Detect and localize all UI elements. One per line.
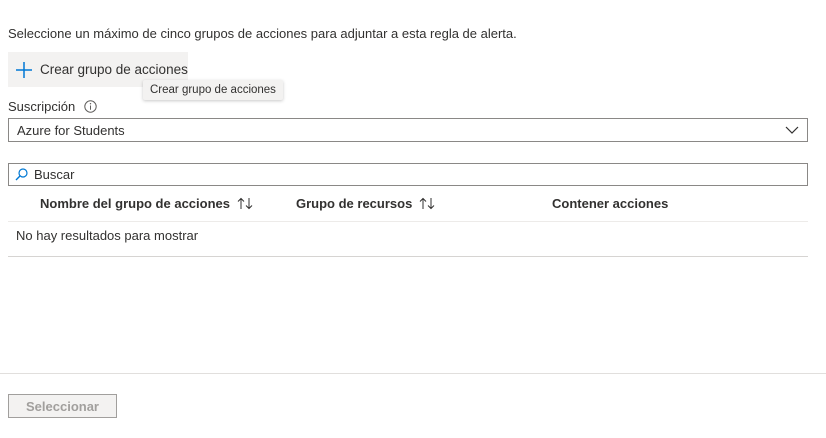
tooltip: Crear grupo de acciones — [143, 80, 283, 100]
column-header-label: Nombre del grupo de acciones — [40, 196, 230, 211]
column-header-label: Grupo de recursos — [296, 196, 413, 211]
subscription-label: Suscripción — [8, 99, 76, 114]
select-button-label: Seleccionar — [26, 398, 99, 414]
column-header-contain-actions: Contener acciones — [552, 196, 668, 211]
column-header-label: Contener acciones — [552, 196, 669, 211]
sort-icon — [237, 197, 253, 210]
empty-results-message: No hay resultados para mostrar — [16, 228, 199, 243]
subscription-label-row: Suscripción — [8, 99, 97, 114]
intro-text: Seleccione un máximo de cinco grupos de … — [8, 26, 517, 41]
select-button[interactable]: Seleccionar — [8, 394, 117, 418]
chevron-down-icon — [785, 126, 799, 134]
sort-icon — [419, 197, 435, 210]
table-header-divider — [8, 221, 808, 222]
column-header-action-group-name[interactable]: Nombre del grupo de acciones — [40, 196, 254, 211]
footer-divider — [0, 373, 826, 374]
search-box[interactable] — [8, 163, 808, 186]
subscription-selected-value: Azure for Students — [17, 122, 125, 138]
search-icon — [15, 168, 28, 181]
table-bottom-divider — [8, 256, 808, 257]
plus-icon — [16, 61, 32, 78]
create-action-group-label: Crear grupo de acciones — [40, 62, 188, 77]
action-group-picker: Seleccione un máximo de cinco grupos de … — [0, 0, 826, 438]
subscription-dropdown[interactable]: Azure for Students — [8, 118, 808, 142]
info-icon[interactable] — [84, 100, 97, 113]
search-input[interactable] — [34, 167, 774, 182]
column-header-resource-group[interactable]: Grupo de recursos — [296, 196, 436, 211]
